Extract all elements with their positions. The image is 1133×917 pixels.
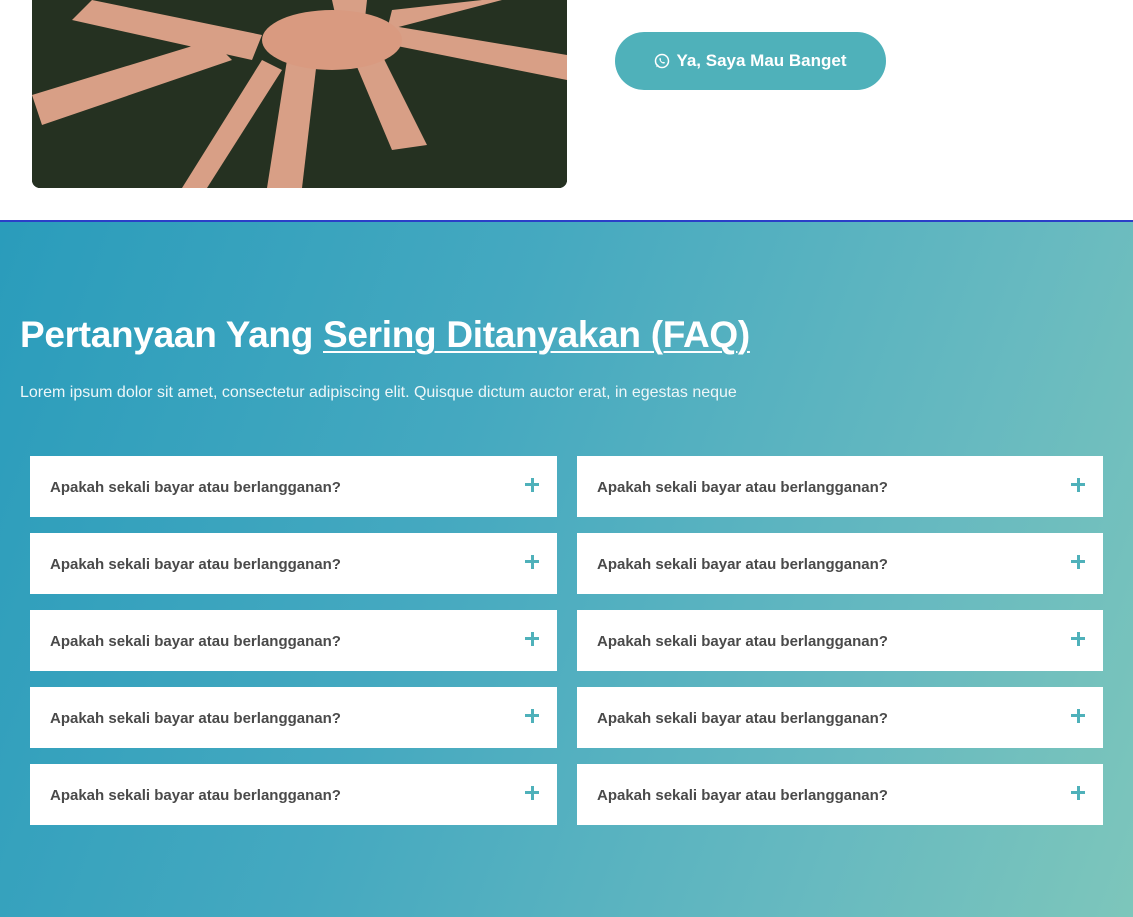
faq-section: Pertanyaan Yang Sering Ditanyakan (FAQ) … — [0, 220, 1133, 917]
whatsapp-icon — [654, 53, 670, 69]
faq-item[interactable]: Apakah sekali bayar atau berlangganan? — [30, 533, 557, 594]
plus-icon[interactable] — [1071, 477, 1085, 492]
faq-question: Apakah sekali bayar atau berlangganan? — [597, 710, 888, 727]
faq-item[interactable]: Apakah sekali bayar atau berlangganan? — [577, 456, 1103, 517]
plus-icon[interactable] — [525, 785, 539, 800]
plus-icon[interactable] — [525, 554, 539, 569]
faq-title-highlight: Sering Ditanyakan (FAQ) — [323, 314, 750, 355]
faq-question: Apakah sekali bayar atau berlangganan? — [50, 479, 341, 496]
faq-question: Apakah sekali bayar atau berlangganan? — [50, 556, 341, 573]
page: Ya, Saya Mau Banget Pertanyaan Yang Seri… — [0, 0, 1133, 917]
faq-question: Apakah sekali bayar atau berlangganan? — [597, 479, 888, 496]
hero-card: Ya, Saya Mau Banget — [0, 0, 1133, 220]
plus-icon[interactable] — [525, 708, 539, 723]
faq-item[interactable]: Apakah sekali bayar atau berlangganan? — [577, 610, 1103, 671]
faq-question: Apakah sekali bayar atau berlangganan? — [50, 710, 341, 727]
team-hands-photo — [32, 0, 567, 188]
plus-icon[interactable] — [1071, 708, 1085, 723]
faq-question: Apakah sekali bayar atau berlangganan? — [597, 633, 888, 650]
faq-question: Apakah sekali bayar atau berlangganan? — [597, 556, 888, 573]
plus-icon[interactable] — [1071, 631, 1085, 646]
faq-question: Apakah sekali bayar atau berlangganan? — [50, 633, 341, 650]
faq-item[interactable]: Apakah sekali bayar atau berlangganan? — [30, 456, 557, 517]
faq-question: Apakah sekali bayar atau berlangganan? — [597, 787, 888, 804]
faq-item[interactable]: Apakah sekali bayar atau berlangganan? — [30, 764, 557, 825]
faq-item[interactable]: Apakah sekali bayar atau berlangganan? — [577, 764, 1103, 825]
hands-image — [32, 0, 567, 188]
plus-icon[interactable] — [525, 631, 539, 646]
faq-item[interactable]: Apakah sekali bayar atau berlangganan? — [30, 687, 557, 748]
faq-item[interactable]: Apakah sekali bayar atau berlangganan? — [577, 687, 1103, 748]
faq-title: Pertanyaan Yang Sering Ditanyakan (FAQ) — [20, 314, 750, 356]
faq-item[interactable]: Apakah sekali bayar atau berlangganan? — [577, 533, 1103, 594]
faq-title-prefix: Pertanyaan Yang — [20, 314, 323, 355]
faq-question: Apakah sekali bayar atau berlangganan? — [50, 787, 341, 804]
plus-icon[interactable] — [1071, 785, 1085, 800]
plus-icon[interactable] — [1071, 554, 1085, 569]
whatsapp-cta-button[interactable]: Ya, Saya Mau Banget — [615, 32, 886, 90]
faq-subtitle: Lorem ipsum dolor sit amet, consectetur … — [20, 384, 737, 401]
plus-icon[interactable] — [525, 477, 539, 492]
faq-item[interactable]: Apakah sekali bayar atau berlangganan? — [30, 610, 557, 671]
cta-label: Ya, Saya Mau Banget — [676, 51, 847, 70]
